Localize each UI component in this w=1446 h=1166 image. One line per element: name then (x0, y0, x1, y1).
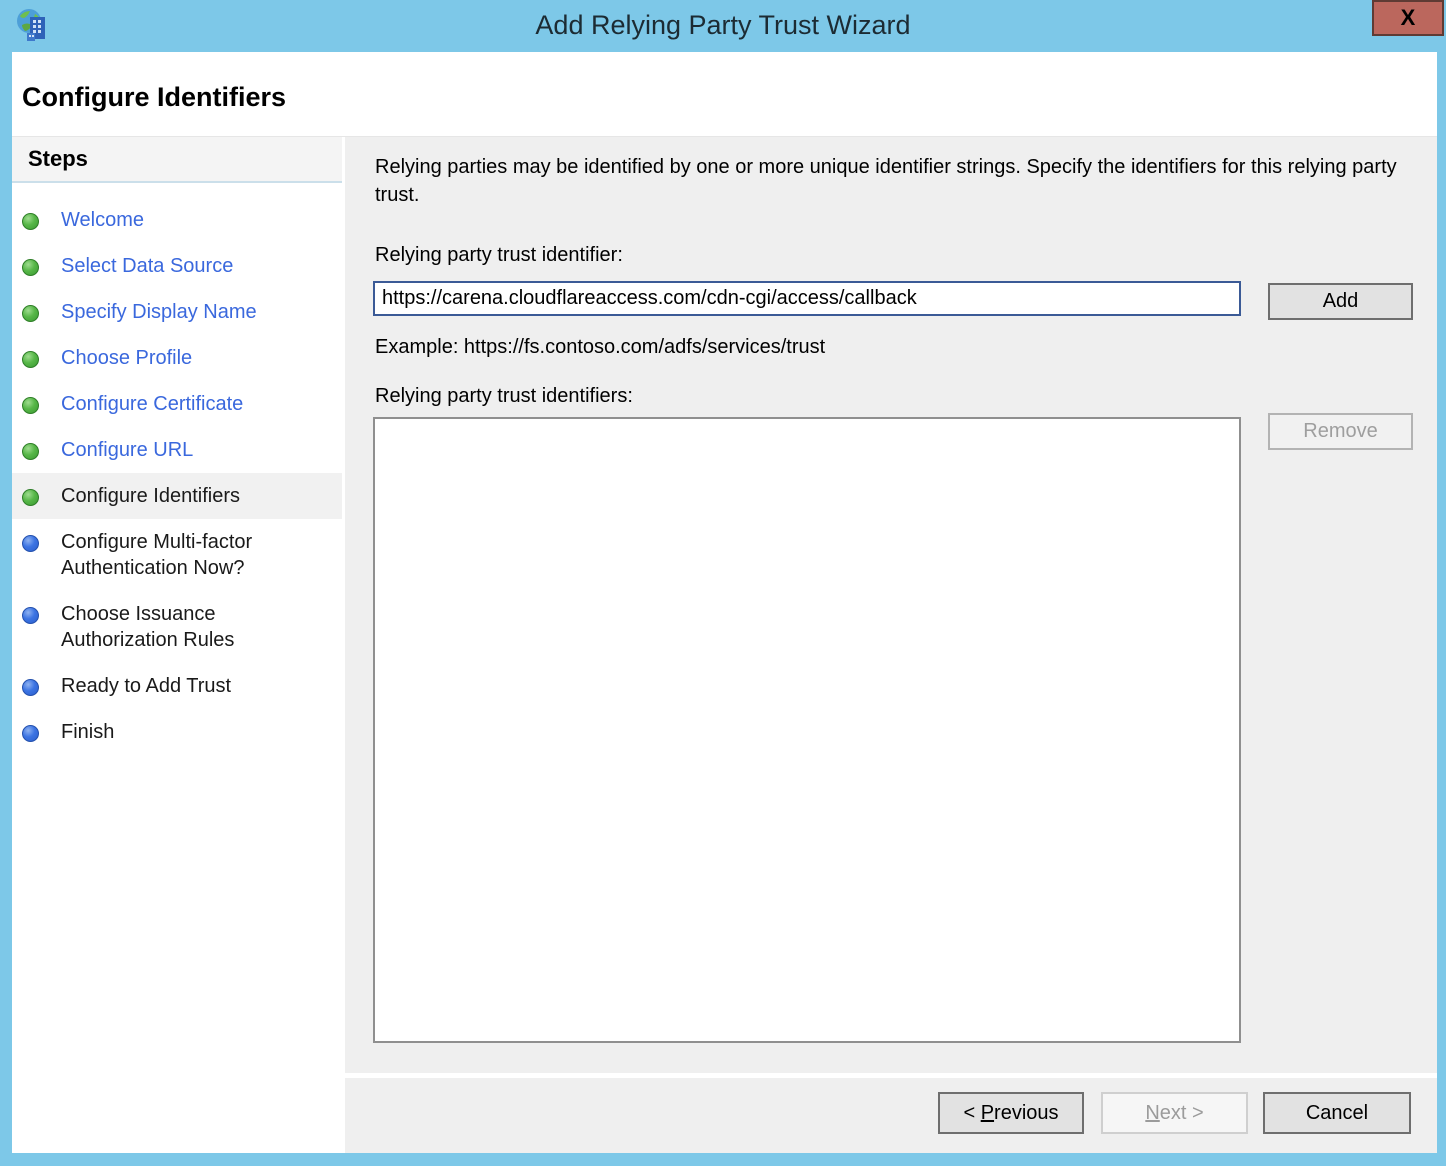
sidebar-step[interactable]: Configure URL (12, 427, 342, 473)
wizard-window: Add Relying Party Trust Wizard X Configu… (0, 0, 1446, 1166)
identifier-label: Relying party trust identifier: (375, 244, 623, 267)
next-button[interactable]: Next > (1101, 1092, 1248, 1134)
step-completed-icon (22, 305, 39, 322)
sidebar-step: Ready to Add Trust (12, 663, 342, 709)
sidebar-step: Finish (12, 709, 342, 755)
sidebar-step[interactable]: Choose Profile (12, 335, 342, 381)
step-label: Specify Display Name (61, 299, 257, 325)
step-pending-icon (22, 725, 39, 742)
identifiers-list-label: Relying party trust identifiers: (375, 385, 633, 408)
step-pending-icon (22, 607, 39, 624)
remove-button[interactable]: Remove (1268, 413, 1413, 450)
page-header: Configure Identifiers (12, 52, 1437, 137)
step-completed-icon (22, 259, 39, 276)
sidebar-step: Configure Multi-factor Authentication No… (12, 519, 342, 591)
example-text: Example: https://fs.contoso.com/adfs/ser… (375, 336, 825, 359)
sidebar-step[interactable]: Select Data Source (12, 243, 342, 289)
sidebar-step[interactable]: Configure Certificate (12, 381, 342, 427)
sidebar-step[interactable]: Configure Identifiers (12, 473, 342, 519)
step-label: Choose Profile (61, 345, 192, 371)
identifiers-listbox[interactable] (373, 417, 1241, 1043)
title-bar: Add Relying Party Trust Wizard X (0, 0, 1446, 52)
steps-list: Welcome Select Data Source Specify Display… (12, 183, 342, 755)
steps-heading: Steps (12, 137, 342, 183)
step-pending-icon (22, 679, 39, 696)
close-button[interactable]: X (1372, 0, 1444, 36)
step-label: Choose Issuance Authorization Rules (61, 601, 334, 653)
steps-sidebar: Steps Welcome Select Data Source Specify D… (12, 137, 342, 1153)
step-label: Configure Identifiers (61, 483, 240, 509)
step-label: Finish (61, 719, 114, 745)
step-label: Ready to Add Trust (61, 673, 231, 699)
window-body: Configure Identifiers Steps Welcome Selec… (12, 52, 1437, 1153)
footer-bar: < Previous Next > Cancel (345, 1078, 1437, 1153)
step-label: Configure Multi-factor Authentication No… (61, 529, 334, 581)
step-completed-icon (22, 351, 39, 368)
add-button[interactable]: Add (1268, 283, 1413, 320)
step-completed-icon (22, 443, 39, 460)
step-completed-icon (22, 213, 39, 230)
cancel-button[interactable]: Cancel (1263, 1092, 1411, 1134)
sidebar-step[interactable]: Welcome (12, 197, 342, 243)
sidebar-step: Choose Issuance Authorization Rules (12, 591, 342, 663)
page-title: Configure Identifiers (12, 52, 1437, 113)
step-label: Welcome (61, 207, 144, 233)
window-title: Add Relying Party Trust Wizard (0, 0, 1446, 52)
main-panel: Relying parties may be identified by one… (345, 137, 1437, 1073)
intro-text: Relying parties may be identified by one… (375, 153, 1397, 209)
step-pending-icon (22, 535, 39, 552)
step-label: Select Data Source (61, 253, 233, 279)
step-label: Configure Certificate (61, 391, 243, 417)
step-label: Configure URL (61, 437, 193, 463)
sidebar-step[interactable]: Specify Display Name (12, 289, 342, 335)
previous-button[interactable]: < Previous (938, 1092, 1084, 1134)
identifier-input[interactable] (373, 281, 1241, 316)
step-completed-icon (22, 397, 39, 414)
step-completed-icon (22, 489, 39, 506)
